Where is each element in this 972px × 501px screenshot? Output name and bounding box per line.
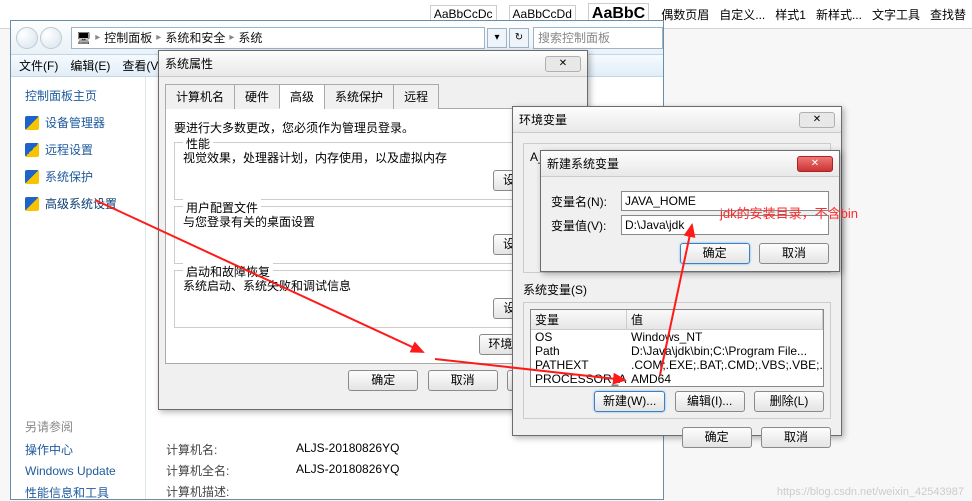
sys-vars-list[interactable]: 变量 值 OSWindows_NTPathD:\Java\jdk\bin;C:\… — [530, 309, 824, 387]
chevron-right-icon: ▸ — [95, 32, 100, 43]
refresh-icon[interactable]: ↻ — [509, 28, 529, 48]
dropdown-icon[interactable]: ▾ — [487, 28, 507, 48]
close-icon[interactable]: ✕ — [799, 112, 835, 128]
dialog-titlebar[interactable]: 系统属性 ✕ — [159, 51, 587, 77]
sidebar: 控制面板主页 设备管理器 远程设置 系统保护 高级系统设置 另请参阅 操作中心 … — [11, 77, 146, 499]
dialog-title: 新建系统变量 — [547, 155, 619, 172]
shield-icon — [25, 170, 39, 184]
new-var-button[interactable]: 新建(W)... — [594, 391, 665, 412]
breadcrumb[interactable]: 🖥 ▸ 控制面板 ▸ 系统和安全 ▸ 系统 — [71, 27, 485, 49]
tab-hardware[interactable]: 硬件 — [234, 84, 280, 109]
profile-legend: 用户配置文件 — [183, 199, 261, 216]
ribbon-texttool[interactable]: 文字工具 — [872, 6, 920, 23]
sidebar-windows-update[interactable]: Windows Update — [25, 464, 145, 478]
tab-computer-name[interactable]: 计算机名 — [165, 84, 235, 109]
ok-button[interactable]: 确定 — [682, 427, 752, 448]
search-input[interactable]: 搜索控制面板 — [533, 27, 663, 49]
ribbon-custom[interactable]: 自定义... — [719, 6, 765, 23]
shield-icon — [25, 143, 39, 157]
table-row[interactable]: PROCESSOR_AR...AMD64 — [531, 372, 823, 386]
ok-button[interactable]: 确定 — [348, 370, 418, 391]
ribbon-newstyle[interactable]: 新样式... — [816, 6, 862, 23]
watermark: https://blog.csdn.net/weixin_42543987 — [777, 486, 964, 498]
annotation-text: jdk的安装目录，不含bin — [720, 203, 858, 222]
var-value-label: 变量值(V): — [551, 217, 621, 234]
back-button[interactable] — [16, 27, 38, 49]
table-row[interactable]: PathD:\Java\jdk\bin;C:\Program File... — [531, 344, 823, 358]
cancel-button[interactable]: 取消 — [428, 370, 498, 391]
sidebar-device-manager[interactable]: 设备管理器 — [25, 114, 145, 131]
dialog-title: 环境变量 — [519, 111, 567, 128]
ribbon-even[interactable]: 偶数页眉 — [661, 6, 709, 23]
sidebar-advanced[interactable]: 高级系统设置 — [25, 195, 145, 212]
sidebar-action-center[interactable]: 操作中心 — [25, 441, 145, 458]
tab-advanced[interactable]: 高级 — [279, 84, 325, 109]
col-variable[interactable]: 变量 — [531, 310, 627, 329]
delete-var-button[interactable]: 删除(L) — [754, 391, 824, 412]
ok-button[interactable]: 确定 — [680, 243, 750, 264]
menu-file[interactable]: 文件(F) — [19, 57, 58, 74]
shield-icon — [25, 116, 39, 130]
perf-text: 视觉效果，处理器计划，内存使用，以及虚拟内存 — [183, 149, 563, 166]
dialog-title: 系统属性 — [165, 55, 213, 72]
var-name-label: 变量名(N): — [551, 193, 621, 210]
computer-name-label: 计算机名: — [166, 441, 296, 458]
chevron-right-icon: ▸ — [229, 32, 234, 43]
desc-label: 计算机描述: — [166, 483, 296, 500]
cancel-button[interactable]: 取消 — [761, 427, 831, 448]
dialog-titlebar[interactable]: 环境变量 ✕ — [513, 107, 841, 133]
perf-legend: 性能 — [183, 135, 213, 152]
tab-remote[interactable]: 远程 — [393, 84, 439, 109]
close-icon[interactable]: ✕ — [545, 56, 581, 72]
crumb-system[interactable]: 系统 — [238, 29, 262, 46]
menu-edit[interactable]: 编辑(E) — [70, 57, 110, 74]
sidebar-see-also: 另请参阅 — [25, 418, 145, 435]
table-row[interactable]: OSWindows_NT — [531, 330, 823, 344]
computer-name-value: ALJS-20180826YQ — [296, 441, 399, 458]
crumb-control-panel[interactable]: 控制面板 — [104, 29, 152, 46]
forward-button[interactable] — [40, 27, 62, 49]
startup-legend: 启动和故障恢复 — [183, 263, 273, 280]
sidebar-remote[interactable]: 远程设置 — [25, 141, 145, 158]
sys-vars-label: 系统变量(S) — [523, 281, 831, 298]
search-placeholder: 搜索控制面板 — [538, 29, 610, 46]
ribbon-find[interactable]: 查找替 — [930, 6, 966, 23]
computer-icon: 🖥 — [76, 31, 91, 45]
sidebar-protect[interactable]: 系统保护 — [25, 168, 145, 185]
full-name-label: 计算机全名: — [166, 462, 296, 479]
full-name-value: ALJS-20180826YQ — [296, 462, 399, 479]
table-row[interactable]: PATHEXT.COM;.EXE;.BAT;.CMD;.VBS;.VBE;... — [531, 358, 823, 372]
edit-var-button[interactable]: 编辑(I)... — [675, 391, 745, 412]
dialog-titlebar[interactable]: 新建系统变量 ✕ — [541, 151, 839, 177]
tab-system-protect[interactable]: 系统保护 — [324, 84, 394, 109]
ribbon-style1[interactable]: 样式1 — [775, 6, 806, 23]
menu-view[interactable]: 查看(V) — [122, 57, 162, 74]
close-icon[interactable]: ✕ — [797, 156, 833, 172]
shield-icon — [25, 197, 39, 211]
crumb-system-security[interactable]: 系统和安全 — [165, 29, 225, 46]
col-value[interactable]: 值 — [627, 310, 823, 329]
sidebar-perf-info[interactable]: 性能信息和工具 — [25, 484, 145, 501]
sys-vars-group: 变量 值 OSWindows_NTPathD:\Java\jdk\bin;C:\… — [523, 302, 831, 419]
chevron-right-icon: ▸ — [156, 32, 161, 43]
cancel-button[interactable]: 取消 — [759, 243, 829, 264]
sidebar-home[interactable]: 控制面板主页 — [25, 87, 145, 104]
